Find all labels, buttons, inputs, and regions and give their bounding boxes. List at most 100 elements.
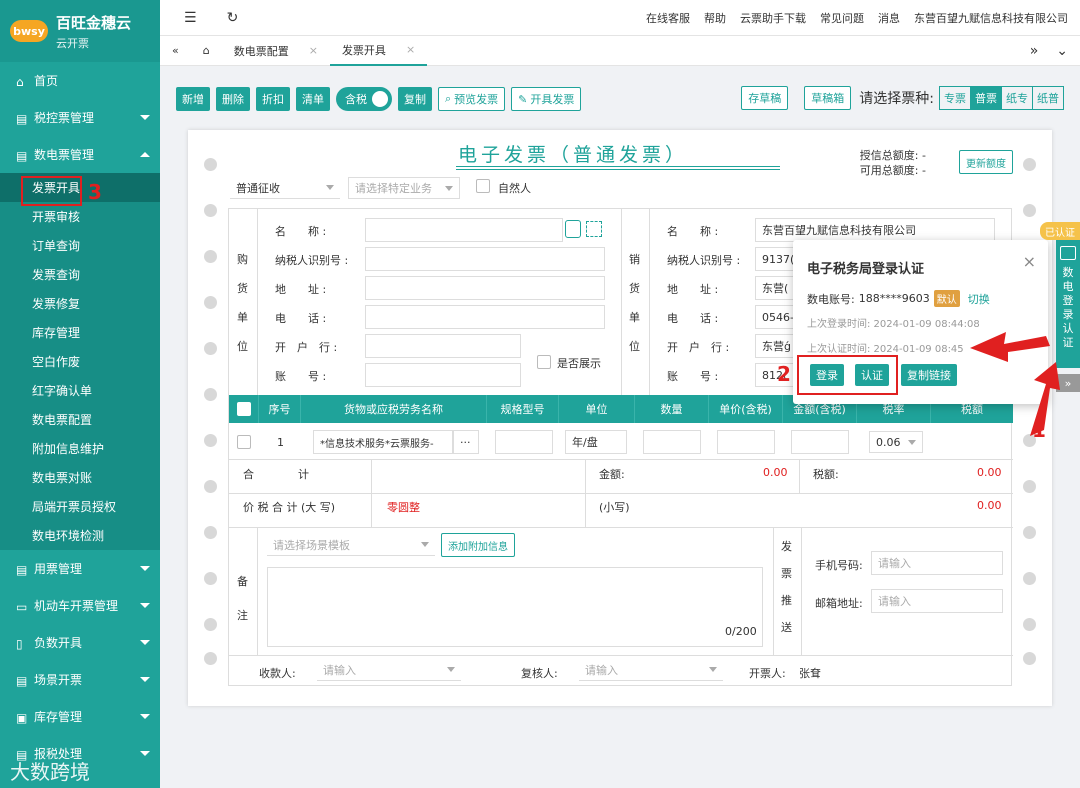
sub-item-red[interactable]: 红字确认单 bbox=[0, 376, 160, 405]
phone-scan-icon[interactable] bbox=[565, 220, 581, 238]
refresh-icon[interactable]: ↻ bbox=[227, 10, 239, 26]
type-paper-special[interactable]: 纸专 bbox=[1001, 86, 1033, 110]
special-biz-select[interactable]: 请选择特定业务 bbox=[348, 177, 460, 199]
sub-item-review[interactable]: 开票审核 bbox=[0, 202, 160, 231]
home-tab-icon[interactable]: ⌂ bbox=[191, 36, 222, 66]
delete-button[interactable]: 删除 bbox=[216, 87, 250, 111]
refresh-quota-button[interactable]: 更新额度 bbox=[959, 150, 1013, 174]
list-button[interactable]: 清单 bbox=[296, 87, 330, 111]
seller-tel-label: 电 话 : bbox=[667, 312, 719, 325]
tab-issue[interactable]: 发票开具 × bbox=[329, 36, 428, 66]
menu-vehicle[interactable]: ▭ 机动车开票管理 bbox=[0, 587, 160, 624]
select-all-checkbox[interactable] bbox=[229, 395, 259, 423]
tax-label: 税额: bbox=[813, 468, 839, 481]
row-price-input[interactable] bbox=[717, 430, 775, 454]
topbar-help[interactable]: 帮助 bbox=[704, 10, 726, 26]
type-paper-normal[interactable]: 纸普 bbox=[1032, 86, 1064, 110]
buyer-bank-input[interactable] bbox=[365, 334, 521, 358]
topbar-faq[interactable]: 常见问题 bbox=[820, 10, 864, 26]
sub-item-stock[interactable]: 库存管理 bbox=[0, 318, 160, 347]
seller-name-input[interactable]: 东营百望九赋信息科技有限公司 bbox=[755, 218, 995, 242]
push-label: 发票推送 bbox=[781, 540, 792, 634]
copy-link-button[interactable]: 复制链接 bbox=[901, 364, 957, 386]
annotation-1: 1 bbox=[1032, 418, 1046, 442]
col-no: 序号 bbox=[259, 395, 301, 423]
buyer-addr-input[interactable] bbox=[365, 276, 605, 300]
logo-badge: bwsy bbox=[10, 20, 48, 42]
sub-item-extra[interactable]: 附加信息维护 bbox=[0, 434, 160, 463]
switch-link[interactable]: 切换 bbox=[968, 291, 990, 307]
topbar-messages[interactable]: 消息 bbox=[878, 10, 900, 26]
row-qty-input[interactable] bbox=[643, 430, 701, 454]
chevron-down-icon[interactable]: ⌄ bbox=[1056, 43, 1068, 59]
close-icon[interactable]: × bbox=[406, 43, 415, 56]
chevron-down-icon bbox=[140, 714, 150, 719]
close-icon[interactable]: × bbox=[309, 44, 318, 57]
buyer-acc-input[interactable] bbox=[365, 363, 521, 387]
hole bbox=[204, 652, 217, 665]
expand-panel-icon[interactable]: » bbox=[1056, 374, 1080, 392]
scene-template-select[interactable]: 请选择场景模板 bbox=[267, 534, 435, 556]
type-normal[interactable]: 普票 bbox=[970, 86, 1002, 110]
row-no: 1 bbox=[277, 436, 284, 449]
drawer-label: 开票人: bbox=[749, 667, 786, 680]
tab-next-icon[interactable]: » bbox=[1030, 43, 1039, 59]
row-rate-select[interactable]: 0.06 bbox=[869, 431, 923, 453]
add-button[interactable]: 新增 bbox=[176, 87, 210, 111]
tab-prev-icon[interactable]: « bbox=[160, 36, 191, 66]
type-special[interactable]: 专票 bbox=[939, 86, 971, 110]
sub-item-reconcile[interactable]: 数电票对账 bbox=[0, 463, 160, 492]
row-unit-input[interactable]: 年/盘 bbox=[565, 430, 627, 454]
chevron-down-icon bbox=[140, 115, 150, 120]
sub-item-env[interactable]: 数电环境检测 bbox=[0, 521, 160, 550]
copy-button[interactable]: 复制 bbox=[398, 87, 432, 111]
row-name-input[interactable]: *信息技术服务*云票服务- bbox=[313, 430, 453, 454]
sub-item-query[interactable]: 发票查询 bbox=[0, 260, 160, 289]
menu-digital[interactable]: ▤ 数电票管理 bbox=[0, 136, 160, 173]
row-more-button[interactable]: ··· bbox=[453, 430, 479, 454]
menu-stock[interactable]: ▣ 库存管理 bbox=[0, 698, 160, 735]
discount-button[interactable]: 折扣 bbox=[256, 87, 290, 111]
sub-item-auth[interactable]: 局端开票员授权 bbox=[0, 492, 160, 521]
menu-usage[interactable]: ▤ 用票管理 bbox=[0, 550, 160, 587]
tax-included-toggle[interactable]: 含税 bbox=[336, 87, 392, 111]
sub-item-orders[interactable]: 订单查询 bbox=[0, 231, 160, 260]
email-input[interactable]: 请输入 bbox=[871, 589, 1003, 613]
sub-item-repair[interactable]: 发票修复 bbox=[0, 289, 160, 318]
row-checkbox[interactable] bbox=[237, 435, 251, 449]
close-icon[interactable]: × bbox=[1023, 252, 1036, 271]
topbar-service[interactable]: 在线客服 bbox=[646, 10, 690, 26]
menu-negative[interactable]: ▯ 负数开具 bbox=[0, 624, 160, 661]
buyer-tel-input[interactable] bbox=[365, 305, 605, 329]
add-info-button[interactable]: 添加附加信息 bbox=[441, 533, 515, 557]
remark-textarea[interactable] bbox=[267, 567, 763, 647]
sub-item-void[interactable]: 空白作废 bbox=[0, 347, 160, 376]
levy-select[interactable]: 普通征收 bbox=[230, 177, 340, 199]
tab-config[interactable]: 数电票配置 × bbox=[222, 36, 330, 66]
menu-home[interactable]: ⌂ 首页 bbox=[0, 62, 160, 99]
menu-scene[interactable]: ▤ 场景开票 bbox=[0, 661, 160, 698]
buyer-tax-input[interactable] bbox=[365, 247, 605, 271]
scan-icon[interactable] bbox=[586, 221, 602, 237]
phone-input[interactable]: 请输入 bbox=[871, 551, 1003, 575]
preview-button[interactable]: ⌕ 预览发票 bbox=[438, 87, 506, 111]
buyer-name-input[interactable] bbox=[365, 218, 563, 242]
show-checkbox[interactable] bbox=[537, 355, 551, 369]
topbar-download[interactable]: 云票助手下载 bbox=[740, 10, 806, 26]
issue-button[interactable]: ✎ 开具发票 bbox=[511, 87, 582, 111]
natural-person-checkbox[interactable] bbox=[476, 179, 490, 193]
total-label: 合 计 bbox=[243, 468, 309, 481]
row-amount-input[interactable] bbox=[791, 430, 849, 454]
row-spec-input[interactable] bbox=[495, 430, 553, 454]
topbar-company[interactable]: 东营百望九赋信息科技有限公司 bbox=[914, 10, 1068, 26]
draft-box-button[interactable]: 草稿箱 bbox=[804, 86, 852, 110]
digital-login-panel[interactable]: 数 电 登 录 认 证 bbox=[1056, 240, 1080, 368]
menu-tax-control[interactable]: ▤ 税控票管理 bbox=[0, 99, 160, 136]
menu-toggle-icon[interactable]: ☰ bbox=[184, 10, 197, 26]
payee-select[interactable]: 请输入 bbox=[317, 659, 461, 681]
save-draft-button[interactable]: 存草稿 bbox=[741, 86, 789, 110]
reviewer-select[interactable]: 请输入 bbox=[579, 659, 723, 681]
caret-down-icon bbox=[447, 667, 455, 672]
topbar: ☰ ↻ 在线客服 帮助 云票助手下载 常见问题 消息 东营百望九赋信息科技有限公… bbox=[160, 0, 1080, 36]
sub-item-config[interactable]: 数电票配置 bbox=[0, 405, 160, 434]
